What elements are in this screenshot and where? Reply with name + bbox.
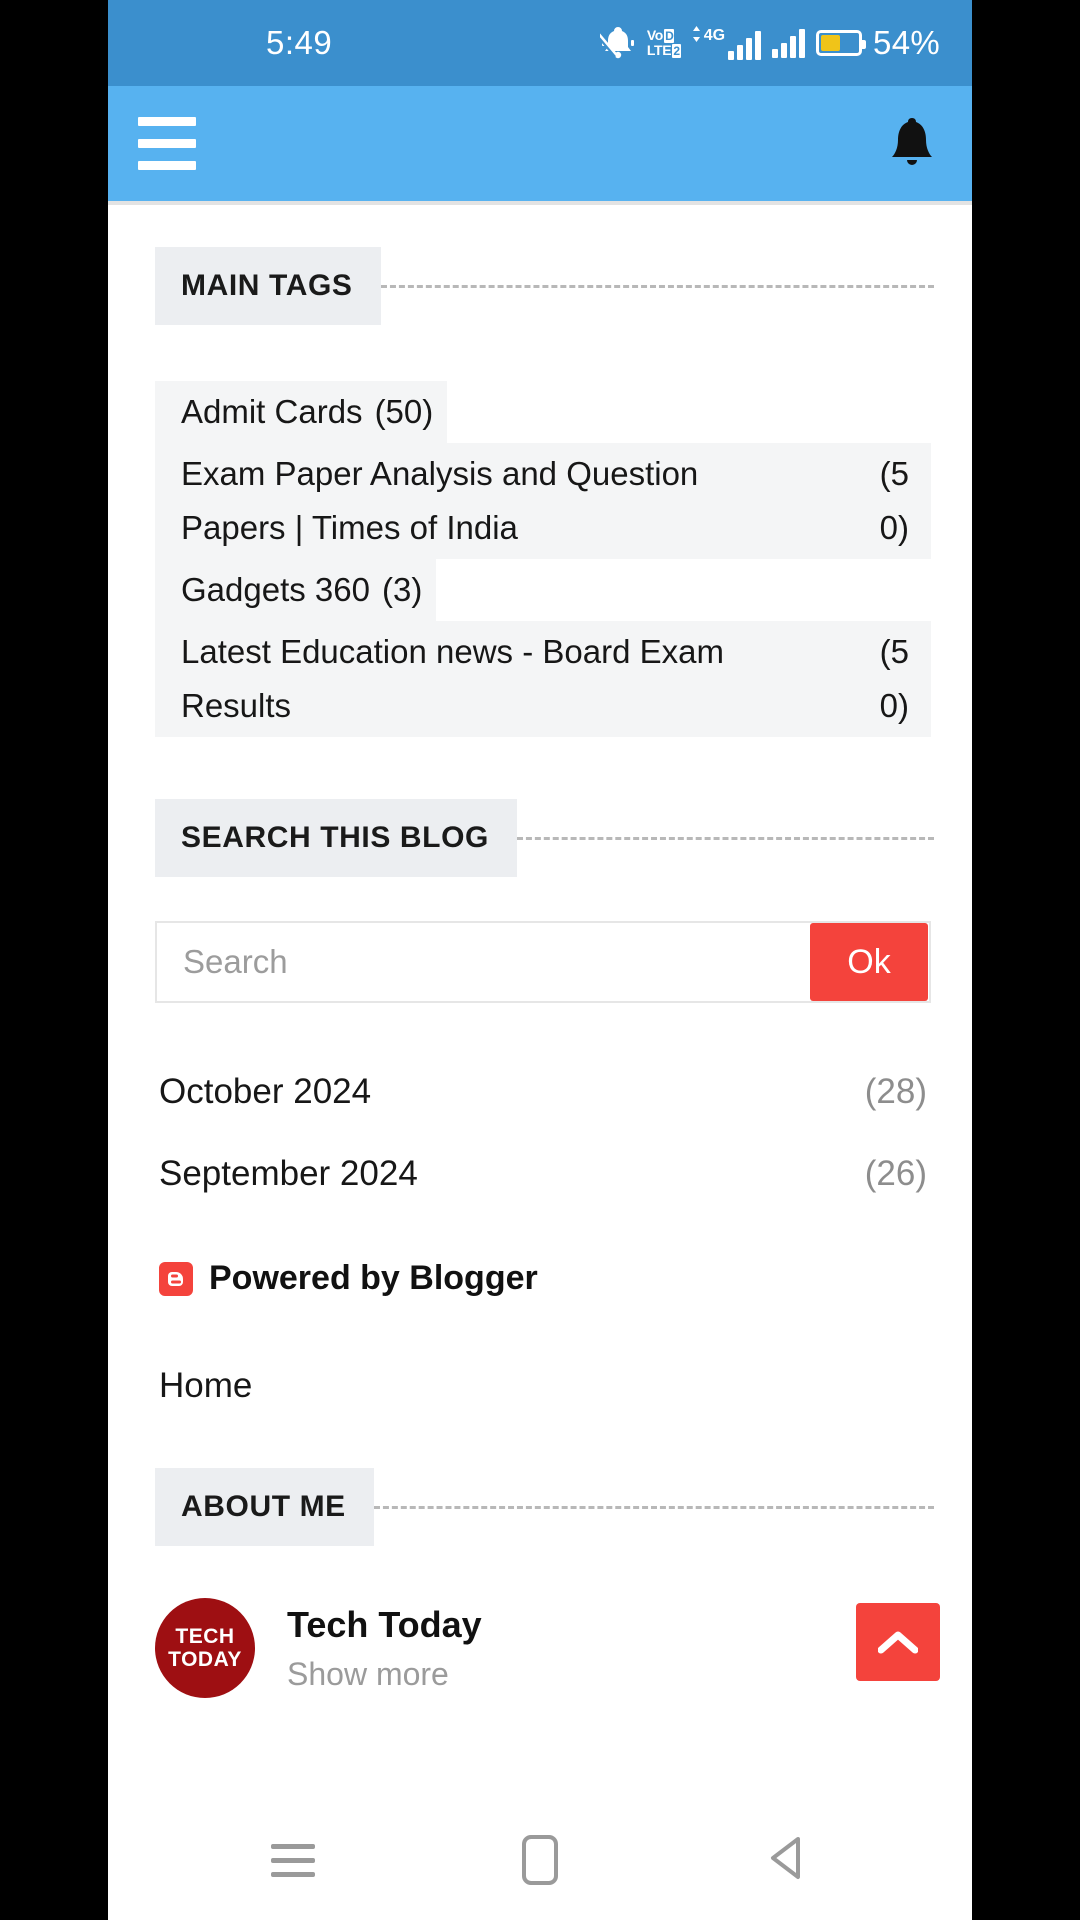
signal-4g-icon: 4G [692, 26, 762, 60]
header-divider [516, 836, 934, 840]
tag-label: Latest Education news - Board Exam Resul… [155, 621, 931, 737]
hamburger-icon[interactable] [138, 117, 196, 170]
powered-by-blogger[interactable]: Powered by Blogger [108, 1259, 972, 1298]
main-tags-title: MAIN TAGS [155, 247, 381, 325]
archive-label: September 2024 [159, 1154, 418, 1193]
archive-count: (26) [864, 1154, 927, 1193]
app-bar [108, 86, 972, 201]
about-me-title: ABOUT ME [155, 1468, 374, 1546]
battery-percent: 54% [873, 24, 940, 61]
archive-count: (28) [864, 1072, 927, 1111]
tag-label: Admit Cards [155, 381, 363, 443]
status-bar: 5:49 Vo D LTE 2 4G 54% [108, 0, 972, 86]
main-tags-list: Admit Cards (50) Exam Paper Analysis and… [108, 381, 972, 737]
volte-line2-box: 2 [672, 43, 681, 58]
scroll-to-top-button[interactable] [856, 1603, 940, 1681]
archive-label: October 2024 [159, 1072, 372, 1111]
volte-line2: LTE [646, 42, 672, 58]
search-input[interactable] [157, 943, 810, 981]
back-icon[interactable] [765, 1834, 809, 1887]
tag-item-exam-paper-analysis[interactable]: Exam Paper Analysis and Question Papers … [155, 443, 931, 559]
tag-count: (3) [369, 559, 437, 621]
profile-meta: Tech Today Show more [287, 1604, 482, 1693]
volte-line1: Vo [646, 27, 664, 43]
archive-item-september-2024[interactable]: September 2024 (26) [155, 1133, 931, 1215]
volte-line1-box: D [664, 28, 675, 43]
blogger-label: Powered by Blogger [209, 1259, 538, 1297]
chevron-up-icon [878, 1631, 918, 1654]
bell-icon[interactable] [886, 114, 938, 174]
phone-screen: 5:49 Vo D LTE 2 4G 54% MAIN TAGS Admit C… [108, 0, 972, 1920]
avatar-line-2: TODAY [168, 1648, 242, 1671]
silent-bell-icon [599, 26, 636, 60]
avatar-line-1: TECH [175, 1625, 235, 1648]
home-link[interactable]: Home [108, 1366, 972, 1406]
header-divider [373, 1505, 934, 1509]
status-time: 5:49 [266, 24, 333, 61]
data-updown-icon [692, 26, 701, 42]
blogger-icon [159, 1261, 193, 1296]
search-header: SEARCH THIS BLOG [108, 799, 972, 877]
page-content: MAIN TAGS Admit Cards (50) Exam Paper An… [108, 201, 972, 1800]
show-more-link[interactable]: Show more [287, 1656, 482, 1693]
tag-item-gadgets-360[interactable]: Gadgets 360 (3) [155, 559, 931, 621]
status-icons: Vo D LTE 2 4G 54% [599, 24, 940, 62]
recents-icon[interactable] [271, 1843, 316, 1877]
system-nav-bar [108, 1800, 972, 1920]
battery-fill [821, 35, 841, 51]
tag-count: (5 0) [879, 455, 909, 546]
header-divider [380, 284, 934, 288]
tag-item-admit-cards[interactable]: Admit Cards (50) [155, 381, 931, 443]
about-me-header: ABOUT ME [108, 1468, 972, 1546]
tag-label: Exam Paper Analysis and Question Papers … [155, 443, 931, 559]
tag-item-latest-education-news[interactable]: Latest Education news - Board Exam Resul… [155, 621, 931, 737]
search-form: Ok [155, 921, 931, 1003]
tag-count: (5 0) [879, 633, 909, 724]
home-icon[interactable] [521, 1835, 558, 1885]
battery-icon [816, 30, 867, 56]
search-title: SEARCH THIS BLOG [155, 799, 517, 877]
tag-count: (50) [362, 381, 448, 443]
tag-label: Gadgets 360 [155, 559, 370, 621]
signal-bars-sim1 [728, 31, 762, 60]
archive-item-october-2024[interactable]: October 2024 (28) [155, 1051, 931, 1133]
signal-bars-sim2 [772, 28, 806, 58]
avatar[interactable]: TECH TODAY [155, 1598, 255, 1698]
profile-card: TECH TODAY Tech Today Show more [108, 1598, 972, 1698]
main-tags-header: MAIN TAGS [108, 247, 972, 325]
volte-icon: Vo D LTE 2 [647, 28, 681, 58]
network-type-label: 4G [703, 27, 726, 44]
search-submit-button[interactable]: Ok [810, 923, 928, 1001]
archive-list: October 2024 (28) September 2024 (26) [108, 1051, 972, 1215]
profile-name: Tech Today [287, 1603, 482, 1645]
